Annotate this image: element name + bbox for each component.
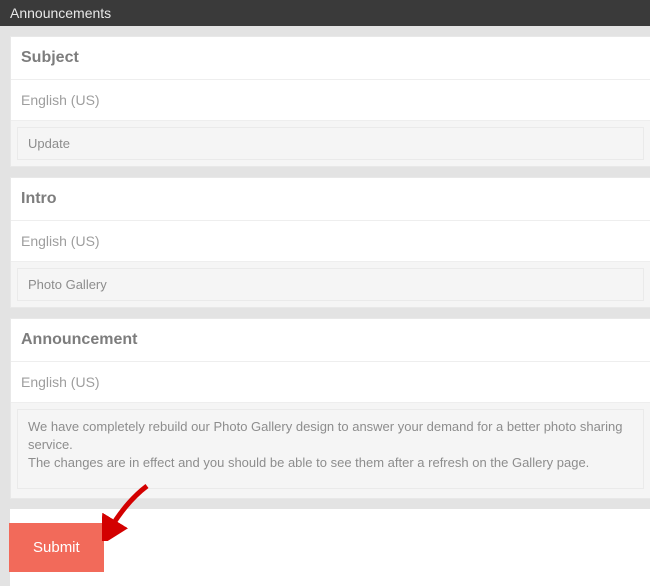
- submit-button[interactable]: Submit: [9, 523, 104, 572]
- announcement-panel: Announcement English (US): [10, 318, 650, 499]
- intro-panel: Intro English (US): [10, 177, 650, 308]
- announcement-textarea-wrap: [11, 403, 650, 498]
- intro-header: Intro: [11, 178, 650, 221]
- announcement-header: Announcement: [11, 319, 650, 362]
- subject-input[interactable]: [17, 127, 644, 160]
- subject-panel: Subject English (US): [10, 36, 650, 167]
- topbar: Announcements: [0, 0, 650, 26]
- submit-area: Submit: [10, 509, 650, 586]
- intro-input[interactable]: [17, 268, 644, 301]
- announcement-lang-label: English (US): [11, 362, 650, 403]
- intro-lang-label: English (US): [11, 221, 650, 262]
- subject-input-wrap: [11, 121, 650, 166]
- announcement-textarea[interactable]: [17, 409, 644, 489]
- intro-input-wrap: [11, 262, 650, 307]
- page-title: Announcements: [10, 5, 111, 21]
- subject-header: Subject: [11, 37, 650, 80]
- subject-lang-label: English (US): [11, 80, 650, 121]
